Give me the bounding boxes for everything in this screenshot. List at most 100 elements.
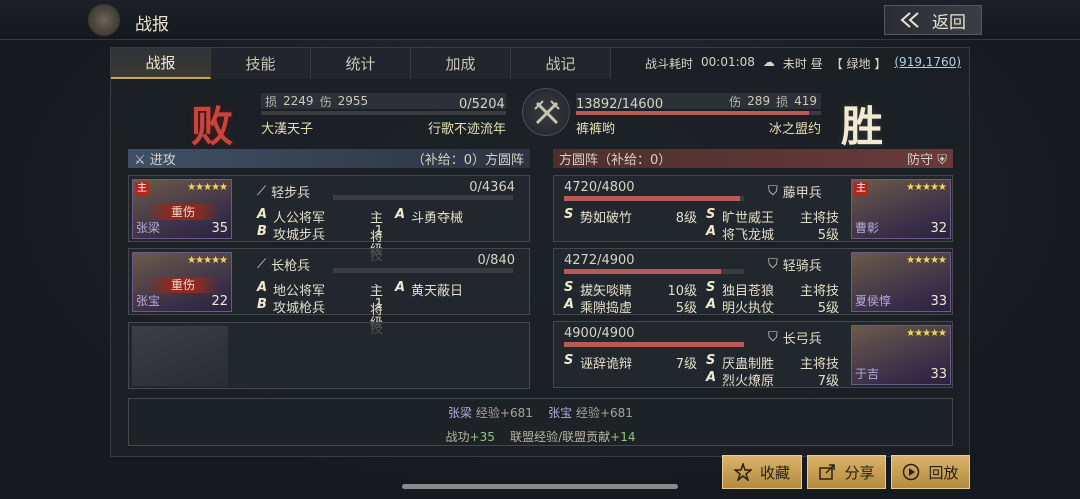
- attack-icon: ⚔: [134, 153, 146, 168]
- skill-grade: A: [395, 280, 406, 295]
- hp-value: 4900/4900: [564, 326, 635, 341]
- skill-level: 8级: [675, 211, 697, 226]
- unit-type: ⟋ 长枪兵: [257, 255, 310, 274]
- skill-row: A 明火执仗 5级: [706, 297, 839, 316]
- skill-row: S 诬辞诡辩 7级: [564, 353, 697, 372]
- portrait: ★★★★★ 重伤 张宝 22: [132, 252, 232, 312]
- general-name: 曹彰: [855, 221, 880, 235]
- share-label: 分享: [844, 463, 875, 482]
- tab-skills[interactable]: 技能: [211, 48, 311, 79]
- skill-grade: A: [706, 370, 717, 385]
- general-level: 22: [211, 294, 228, 309]
- unit-type: ⛉ 藤甲兵: [768, 182, 822, 201]
- general-card: ★★★★★重伤张宝22⟋长枪兵0/840A地公将军主将技A黄天蔽日1级B攻城枪兵…: [128, 248, 601, 337]
- status-badge: 重伤: [147, 204, 219, 220]
- shield-icon: ⛨: [937, 153, 947, 168]
- skill-level: 7级: [675, 357, 697, 372]
- general-level: 35: [211, 221, 228, 236]
- empty-slot: [128, 322, 530, 389]
- unit-label: 藤甲兵: [782, 186, 822, 201]
- skill-grade: A: [706, 297, 717, 312]
- dmg-value: 289: [747, 94, 771, 108]
- exp-general-2: 张宝: [548, 406, 573, 420]
- general-level: 32: [930, 221, 947, 236]
- portrait: 主 ★★★★★ 曹彰 32: [851, 179, 951, 239]
- skill-name: 黄天蔽日: [411, 284, 464, 299]
- exp-general-1: 张梁: [448, 406, 473, 420]
- result-win: 胜: [841, 102, 884, 151]
- attacker-alliance: 行歌不迹流年: [427, 122, 506, 137]
- favorite-label: 收藏: [759, 463, 790, 482]
- unit-label: 轻步兵: [271, 186, 311, 201]
- hp-bar: [564, 342, 744, 347]
- unit-icon: ⟋: [257, 257, 267, 272]
- star-rating-icon: ★★★★★: [906, 255, 947, 266]
- duration-label: 战斗耗时: [644, 57, 693, 71]
- dmg-value: 2955: [337, 94, 369, 108]
- dmg-label: 伤: [319, 94, 332, 109]
- skill-level: 5级: [817, 301, 839, 316]
- skill-level: 7级: [817, 374, 839, 389]
- weather-value: 未时 昼: [782, 57, 823, 71]
- unit-type: ⛉ 轻骑兵: [768, 255, 822, 274]
- exp-value-1: 经验+681: [475, 406, 533, 420]
- top-bar: 战报 返回: [0, 0, 1080, 40]
- general-name: 于吉: [855, 367, 880, 381]
- general-name: 张宝: [136, 294, 161, 308]
- hp-value: 4272/4900: [564, 253, 635, 268]
- play-icon: [903, 463, 920, 481]
- crossed-swords-icon: [522, 88, 570, 136]
- hp-bar: [333, 195, 513, 200]
- unit-icon: ⛉: [768, 257, 778, 272]
- share-button[interactable]: 分享: [807, 455, 886, 489]
- attack-header: ⚔ 进攻 （补给：0）方圆阵: [128, 149, 530, 168]
- favorite-button[interactable]: 收藏: [722, 455, 802, 489]
- loss-value: 419: [794, 94, 817, 108]
- defender-name: 裤裤哟: [576, 122, 616, 137]
- unit-label: 轻骑兵: [782, 259, 822, 274]
- tab-chronicle[interactable]: 战记: [511, 48, 611, 79]
- terrain-value: 【 绿地 】: [830, 57, 887, 71]
- general-name: 夏侯惇: [855, 294, 892, 308]
- hp-fill: [564, 269, 721, 274]
- defender-troops: 13892/14600: [576, 97, 664, 112]
- hp-bar: [564, 269, 744, 274]
- defend-header: 方圆阵（补给：0） 防守 ⛨: [553, 149, 953, 168]
- skill-name: 势如破竹: [580, 211, 633, 226]
- share-icon: [819, 464, 836, 480]
- replay-button[interactable]: 回放: [891, 455, 970, 489]
- back-arrow-icon: [900, 12, 919, 28]
- skill-name: 将飞龙城: [722, 228, 775, 243]
- skill-name: 乘隙捣虚: [580, 301, 633, 316]
- report-panel: 战报 技能 统计 加成 战记 战斗耗时 00:01:08 ☁ 未时 昼 【 绿地…: [110, 47, 970, 457]
- tab-report[interactable]: 战报: [111, 48, 211, 79]
- status-badge: 重伤: [147, 277, 219, 293]
- weather-icon: ☁: [762, 55, 775, 69]
- defend-label: 防守: [907, 153, 934, 168]
- general-card: 主 ★★★★★ 曹彰 32 4720/4800 ⛉ 藤甲兵 S 势如破竹 8级 S 旷世威王 主将技 A 将…: [553, 175, 953, 243]
- star-icon: [733, 463, 752, 481]
- star-rating-icon: ★★★★★: [906, 182, 947, 193]
- loss-value: 2249: [283, 94, 314, 108]
- tab-stats[interactable]: 统计: [311, 48, 411, 79]
- skill-name: 烈火燎原: [722, 374, 775, 389]
- general-card: ★★★★★ 于吉 33 4900/4900 ⛉ 长弓兵 S 诬辞诡辩 7级 S 厌蛊制胜 主将技 A 烈火…: [553, 321, 953, 389]
- attacker-troops: 0/5204: [459, 97, 505, 112]
- skill-grade: S: [564, 353, 574, 368]
- coord-link[interactable]: (919,1760): [894, 55, 961, 72]
- unit-type: ⟋ 轻步兵: [257, 182, 310, 201]
- attack-formation: （补给：0）方圆阵: [411, 153, 524, 168]
- tab-bonus[interactable]: 加成: [411, 48, 511, 79]
- exp-value-2: 经验+681: [575, 406, 633, 420]
- skill-grade: A: [395, 207, 406, 222]
- skill-name: 明火执仗: [722, 301, 775, 316]
- hp-value: 4720/4800: [564, 180, 635, 195]
- back-button[interactable]: 返回: [884, 5, 982, 35]
- merit-value: +35: [469, 430, 495, 444]
- hp-bar: [333, 268, 513, 273]
- unit-type: ⛉ 长弓兵: [768, 328, 822, 347]
- empty-portrait: [132, 326, 228, 386]
- loss-label: 损: [265, 94, 278, 109]
- hp-value: 0/840: [477, 253, 515, 268]
- skill-name: 斗勇夺械: [411, 211, 464, 226]
